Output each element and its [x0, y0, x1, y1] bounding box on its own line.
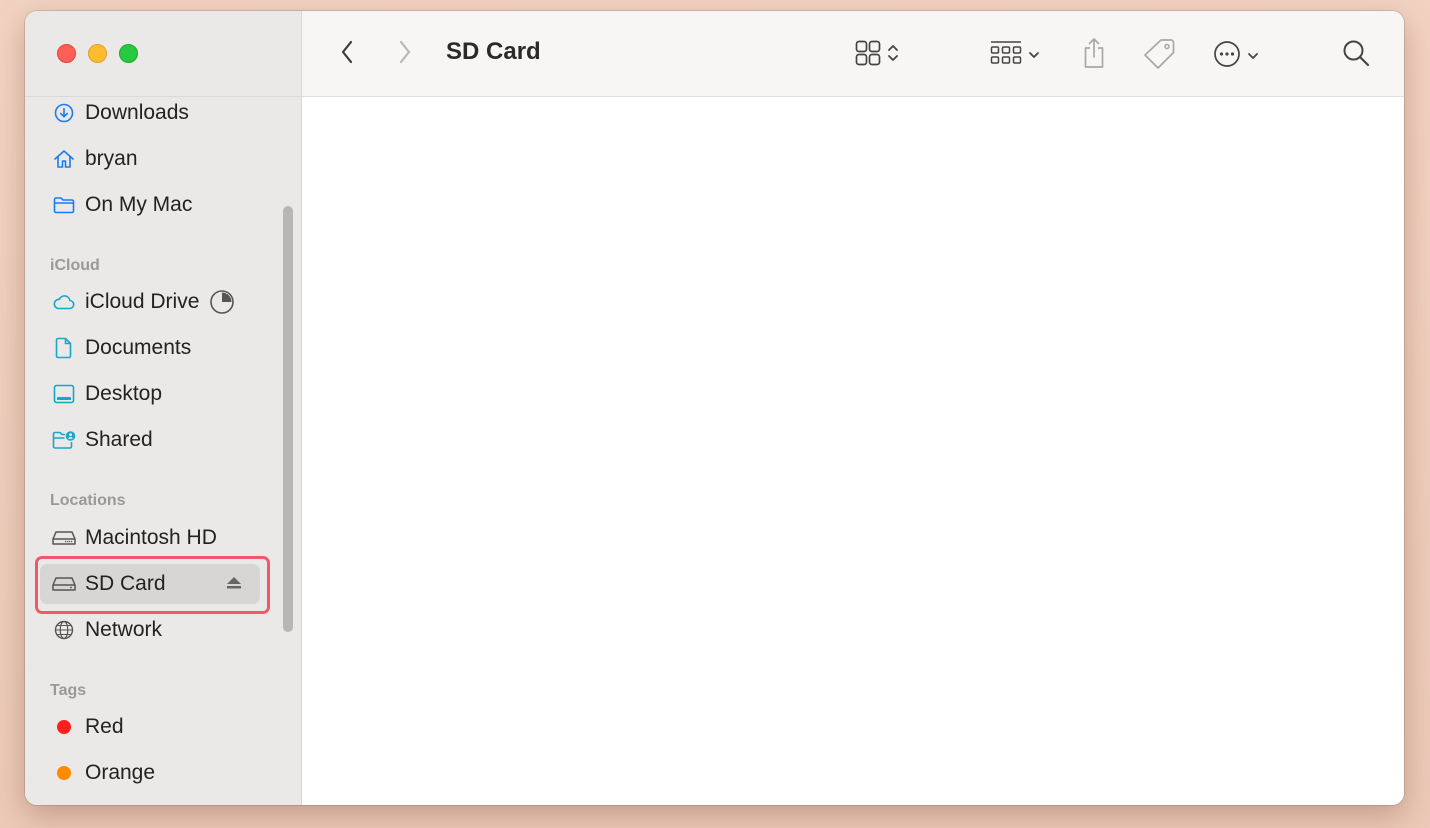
sidebar-item-network[interactable]: Network: [40, 610, 260, 650]
sidebar-item-on-my-mac[interactable]: On My Mac: [40, 185, 260, 225]
zoom-window-button[interactable]: [119, 44, 138, 63]
chevron-left-icon: [340, 39, 354, 70]
sidebar-item-bryan[interactable]: bryan: [40, 139, 260, 179]
sidebar-item-downloads[interactable]: Downloads: [40, 93, 260, 133]
window-controls: [57, 44, 138, 63]
ellipsis-circle-icon: [1213, 40, 1241, 73]
house-icon: [52, 147, 76, 171]
sidebar-section-tags: Tags: [50, 682, 87, 699]
toolbar: SD Card: [302, 11, 1404, 97]
selection-highlight-annotation: [35, 556, 270, 614]
search-icon: [1342, 39, 1370, 72]
sidebar-item-label: iCloud Drive: [85, 290, 200, 313]
tag-icon: [1142, 38, 1176, 75]
sidebar-item-label: Desktop: [85, 382, 163, 405]
sidebar: Downloads bryan On My Mac iCloud iCloud …: [25, 11, 302, 805]
sidebar-section-locations: Locations: [50, 492, 126, 509]
globe-icon: [52, 618, 76, 642]
sidebar-item-label: Red: [85, 715, 124, 738]
back-button[interactable]: [340, 39, 354, 70]
download-circle-icon: [52, 101, 76, 125]
red-tag-dot-icon: [52, 715, 76, 739]
view-options-button[interactable]: [855, 40, 899, 71]
share-button[interactable]: [1082, 36, 1106, 75]
sidebar-item-macintosh-hd[interactable]: Macintosh HD: [40, 518, 260, 558]
sidebar-item-tag-red[interactable]: Red: [40, 707, 260, 747]
forward-button[interactable]: [398, 39, 412, 70]
sidebar-item-tag-orange[interactable]: Orange: [40, 753, 260, 793]
document-icon: [52, 336, 76, 360]
search-button[interactable]: [1342, 39, 1370, 72]
file-browser-content[interactable]: [302, 97, 1404, 805]
icon-grid-view-icon: [855, 40, 881, 71]
close-window-button[interactable]: [57, 44, 76, 63]
group-icon: [990, 40, 1022, 71]
sidebar-item-label: Macintosh HD: [85, 526, 217, 549]
share-icon: [1082, 36, 1106, 75]
cloud-icon: [52, 290, 76, 314]
tag-button[interactable]: [1142, 38, 1176, 75]
chevron-updown-icon: [887, 43, 899, 68]
sidebar-section-icloud: iCloud: [50, 257, 100, 274]
sidebar-item-label: Shared: [85, 428, 153, 451]
finder-window: Downloads bryan On My Mac iCloud iCloud …: [25, 11, 1404, 805]
internal-drive-icon: [52, 526, 76, 550]
chevron-right-icon: [398, 39, 412, 70]
chevron-down-icon: [1028, 47, 1040, 65]
sidebar-item-label: Documents: [85, 336, 192, 359]
folder-icon: [52, 193, 76, 217]
sidebar-scrollbar[interactable]: [283, 206, 293, 632]
orange-tag-dot-icon: [52, 761, 76, 785]
sidebar-item-label: Network: [85, 618, 163, 641]
chevron-down-icon: [1247, 48, 1259, 66]
group-button[interactable]: [990, 40, 1040, 71]
sidebar-item-shared[interactable]: Shared: [40, 420, 260, 460]
sidebar-item-label: Orange: [85, 761, 156, 784]
sidebar-item-label: On My Mac: [85, 193, 193, 216]
sync-pie-icon: [209, 289, 235, 315]
minimize-window-button[interactable]: [88, 44, 107, 63]
sidebar-item-icloud-drive[interactable]: iCloud Drive: [40, 282, 270, 322]
sidebar-item-desktop[interactable]: Desktop: [40, 374, 260, 414]
sidebar-item-label: bryan: [85, 147, 138, 170]
sidebar-item-label: Downloads: [85, 101, 189, 124]
desktop-icon: [52, 382, 76, 406]
shared-folder-icon: [52, 428, 76, 452]
window-title: SD Card: [446, 38, 541, 65]
more-actions-button[interactable]: [1213, 40, 1259, 73]
sidebar-item-documents[interactable]: Documents: [40, 328, 260, 368]
